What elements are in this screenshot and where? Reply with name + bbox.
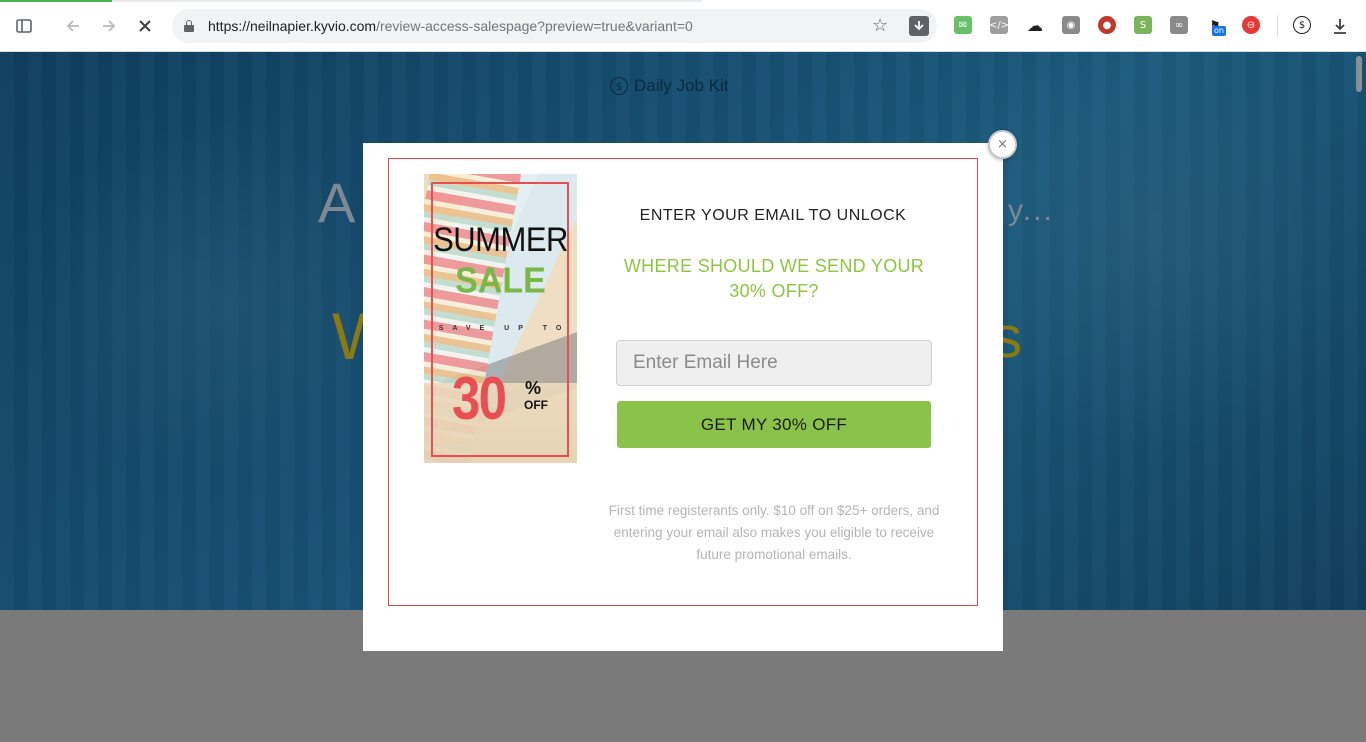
toolbar-separator	[1277, 15, 1278, 37]
mail-extension-icon[interactable]: ✉	[954, 16, 972, 34]
sale-summer-text: SUMMER	[433, 220, 568, 259]
dollar-extension-icon[interactable]: $	[1293, 16, 1311, 34]
sale-percent-number: 30	[452, 365, 507, 432]
bookmark-star-icon[interactable]: ☆	[872, 15, 888, 36]
forward-button[interactable]	[97, 14, 121, 38]
sale-sale-text: SALE	[455, 261, 546, 301]
url-text[interactable]: https://neilnapier.kyvio.com/review-acce…	[208, 18, 693, 34]
link-extension-icon[interactable]: ∞	[1170, 16, 1188, 34]
tab-strip-edge	[112, 0, 702, 2]
shopify-extension-icon[interactable]: S	[1134, 16, 1152, 34]
stop-loading-button[interactable]	[133, 14, 157, 38]
lady-bug-extension-icon[interactable]: ●	[1098, 16, 1116, 34]
url-path: /review-access-salespage?preview=true&va…	[376, 18, 693, 34]
sale-percent-sign: %	[525, 378, 542, 398]
camera-extension-icon[interactable]: ◉	[1062, 16, 1080, 34]
download-extension-icon[interactable]	[909, 16, 929, 36]
sidebar-toggle-icon[interactable]	[12, 14, 36, 38]
close-icon: ×	[997, 137, 1008, 152]
back-button[interactable]	[61, 14, 85, 38]
page-scrollbar[interactable]	[1356, 56, 1362, 92]
popup-disclaimer: First time registerants only. $10 off on…	[608, 503, 940, 562]
lock-icon[interactable]	[184, 20, 194, 32]
page-load-progress	[0, 0, 112, 2]
summer-sale-image: SUMMER SALE SAVE UP TO 30 % OFF	[424, 174, 577, 463]
email-input[interactable]	[616, 340, 932, 386]
block-extension-icon[interactable]: ⊖	[1242, 16, 1260, 34]
cloud-extension-icon[interactable]: ☁	[1026, 16, 1044, 35]
get-discount-button[interactable]: GET MY 30% OFF	[617, 401, 931, 448]
sale-save-up-to-text: SAVE UP TO	[438, 325, 571, 332]
browser-toolbar: https://neilnapier.kyvio.com/review-acce…	[0, 0, 1366, 52]
hero-heading-fragment: A	[318, 171, 356, 234]
hero-heading-fragment: y...	[1008, 194, 1054, 227]
code-extension-icon[interactable]: </>	[989, 16, 1009, 34]
tag-extension-icon[interactable]: ⚑ on	[1206, 16, 1226, 36]
url-host: https://neilnapier.kyvio.com	[208, 18, 377, 34]
close-popup-button[interactable]: ×	[988, 130, 1017, 159]
optin-popup: SUMMER SALE SAVE UP TO 30 % OFF ENTER YO…	[363, 143, 1003, 651]
dollar-icon: $	[610, 77, 628, 95]
downloads-icon[interactable]	[1328, 14, 1352, 38]
extension-on-badge: on	[1212, 26, 1226, 36]
unlock-instruction: ENTER YOUR EMAIL TO UNLOCK	[639, 207, 907, 224]
sale-off-text: OFF	[524, 398, 548, 412]
popup-headline: WHERE SHOULD WE SEND YOUR 30% OFF?	[623, 256, 925, 301]
brand-logo[interactable]: $ Daily Job Kit	[610, 76, 728, 96]
brand-name: Daily Job Kit	[634, 76, 729, 95]
address-bar[interactable]: https://neilnapier.kyvio.com/review-acce…	[172, 9, 937, 43]
